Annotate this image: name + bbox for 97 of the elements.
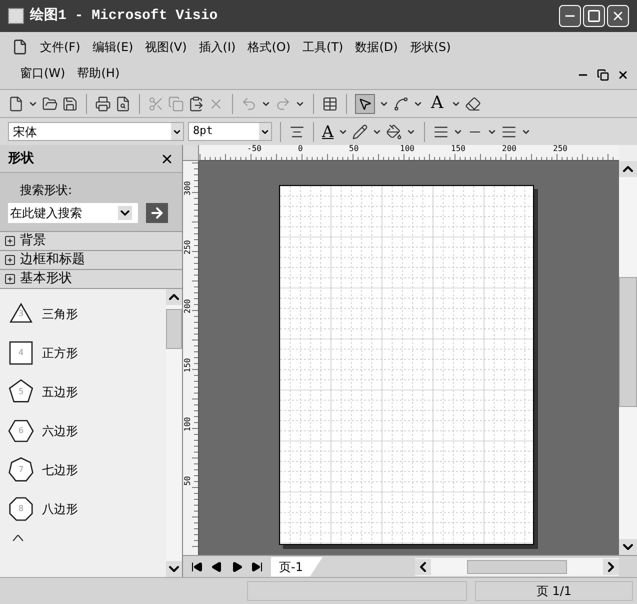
ruler-label: 0	[298, 145, 303, 153]
pentagon-icon	[8, 379, 34, 405]
shape-label[interactable]: 三角形	[42, 305, 78, 323]
close-button[interactable]	[607, 5, 629, 27]
search-button[interactable]	[146, 203, 168, 223]
caret-icon	[118, 206, 132, 220]
ruler-label: 50	[349, 145, 359, 153]
ruler-label: 100	[183, 417, 193, 432]
scroll-left-icon[interactable]	[414, 558, 431, 574]
pointer-button[interactable]	[355, 94, 375, 114]
close-icon[interactable]	[617, 69, 629, 81]
shape-number: 7	[18, 466, 24, 474]
app-icon	[8, 8, 24, 24]
document-icon[interactable]	[12, 39, 28, 55]
window-title: 绘图1 - Microsoft Visio	[30, 6, 218, 26]
ruler-label: 300	[183, 181, 193, 196]
horizontal-scrollbar[interactable]	[414, 558, 619, 576]
open-icon[interactable]	[42, 96, 58, 112]
pointer-icon	[358, 96, 372, 110]
shape-number: 8	[18, 505, 24, 513]
last-page-icon[interactable]	[251, 560, 263, 572]
shape-label[interactable]: 五边形	[42, 383, 78, 401]
scroll-up-icon[interactable]	[619, 161, 637, 177]
stencil-header[interactable]: 基本形状	[0, 269, 182, 288]
shape-number: 3	[18, 310, 24, 318]
page-indicator: 页 1/1	[536, 583, 572, 600]
font-size-field[interactable]: 8pt	[188, 122, 272, 141]
shape-label[interactable]: 八边形	[42, 500, 78, 518]
ruler-label: 250	[553, 145, 568, 153]
stencil-header[interactable]: 背景	[0, 231, 182, 250]
menu-item[interactable]: 工具(T)	[302, 38, 344, 56]
close-icon	[611, 9, 625, 23]
ruler-label: 100	[400, 145, 414, 153]
maximize-icon	[587, 9, 601, 23]
shape-number: 4	[18, 349, 24, 357]
minimize-button[interactable]	[559, 5, 581, 27]
scroll-down-icon[interactable]	[166, 561, 182, 577]
shape-number: 6	[18, 427, 24, 435]
previous-page-icon[interactable]	[211, 560, 223, 572]
octagon-icon	[8, 496, 34, 522]
ruler-label: 250	[183, 240, 193, 254]
expand-icon	[4, 254, 16, 266]
square-icon	[8, 340, 34, 366]
print-icon[interactable]	[95, 96, 111, 112]
menu-item[interactable]: 帮助(H)	[77, 64, 120, 82]
menu-item[interactable]: 编辑(E)	[92, 38, 134, 56]
scroll-down-icon[interactable]	[619, 539, 637, 555]
ruler-label: -50	[247, 145, 262, 153]
ruler-label: 150	[183, 358, 193, 372]
ruler-label: 150	[451, 145, 466, 153]
font-field[interactable]: 宋体	[8, 122, 184, 141]
menu-item[interactable]: 形状(S)	[410, 38, 451, 56]
shape-icon	[12, 535, 24, 541]
ruler-label: 50	[183, 476, 193, 486]
scroll-up-icon[interactable]	[166, 289, 182, 305]
menu-item[interactable]: 插入(I)	[198, 38, 236, 56]
expand-icon	[4, 235, 16, 247]
menu-item[interactable]: 视图(V)	[145, 38, 187, 56]
paste-icon[interactable]	[188, 96, 204, 112]
ruler-label: 200	[502, 145, 516, 153]
menu-item[interactable]: 窗口(W)	[20, 64, 66, 82]
restore-icon[interactable]	[597, 69, 609, 81]
ruler-label: 200	[183, 299, 193, 314]
vertical-scrollbar[interactable]	[619, 161, 637, 555]
scroll-thumb[interactable]	[619, 277, 637, 407]
fill-color-icon[interactable]	[386, 124, 402, 140]
shape-label[interactable]: 七边形	[42, 461, 78, 479]
scrollbar[interactable]	[166, 289, 182, 577]
menu-item[interactable]: 格式(O)	[248, 38, 291, 56]
panel-title: 形状	[8, 150, 34, 168]
stencil-header[interactable]: 边框和标题	[0, 250, 182, 269]
connector-icon[interactable]	[393, 96, 409, 112]
text-tool-glyph[interactable]: A	[427, 95, 448, 112]
search-label: 搜索形状:	[19, 182, 74, 199]
maximize-button[interactable]	[583, 5, 605, 27]
expand-icon	[4, 273, 16, 285]
arrow-right-icon	[149, 205, 165, 221]
scroll-thumb[interactable]	[166, 309, 182, 349]
next-page-icon[interactable]	[231, 560, 243, 572]
line-color-icon[interactable]	[352, 124, 368, 140]
search-field[interactable]: 在此键入搜索	[8, 203, 138, 223]
menu-item[interactable]: 文件(F)	[40, 38, 80, 56]
hexagon-icon	[8, 418, 34, 444]
new-icon[interactable]	[8, 96, 24, 112]
print-preview-icon[interactable]	[115, 96, 131, 112]
shape-number: 5	[18, 388, 24, 396]
heptagon-icon	[8, 457, 34, 483]
menu-item[interactable]: 数据(D)	[355, 38, 398, 56]
scroll-thumb[interactable]	[466, 560, 567, 574]
first-page-icon[interactable]	[191, 560, 203, 572]
shape-label[interactable]: 六边形	[42, 422, 78, 440]
shape-label[interactable]: 正方形	[42, 344, 78, 362]
font-color-glyph[interactable]: A	[322, 124, 334, 140]
save-icon[interactable]	[62, 96, 78, 112]
scroll-right-icon[interactable]	[603, 558, 619, 574]
page-tab[interactable]: 页-1	[271, 556, 323, 576]
eraser-icon[interactable]	[465, 96, 482, 112]
